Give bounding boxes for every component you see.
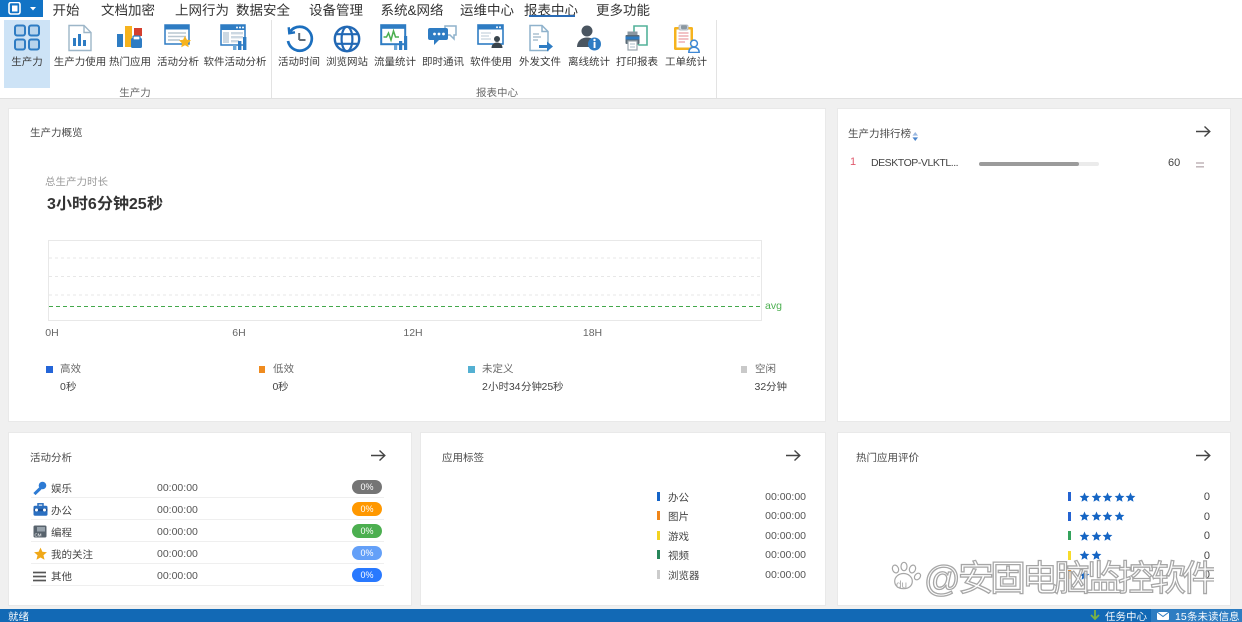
svg-text:du: du: [896, 580, 907, 591]
svg-text:CM: CM: [35, 533, 42, 538]
